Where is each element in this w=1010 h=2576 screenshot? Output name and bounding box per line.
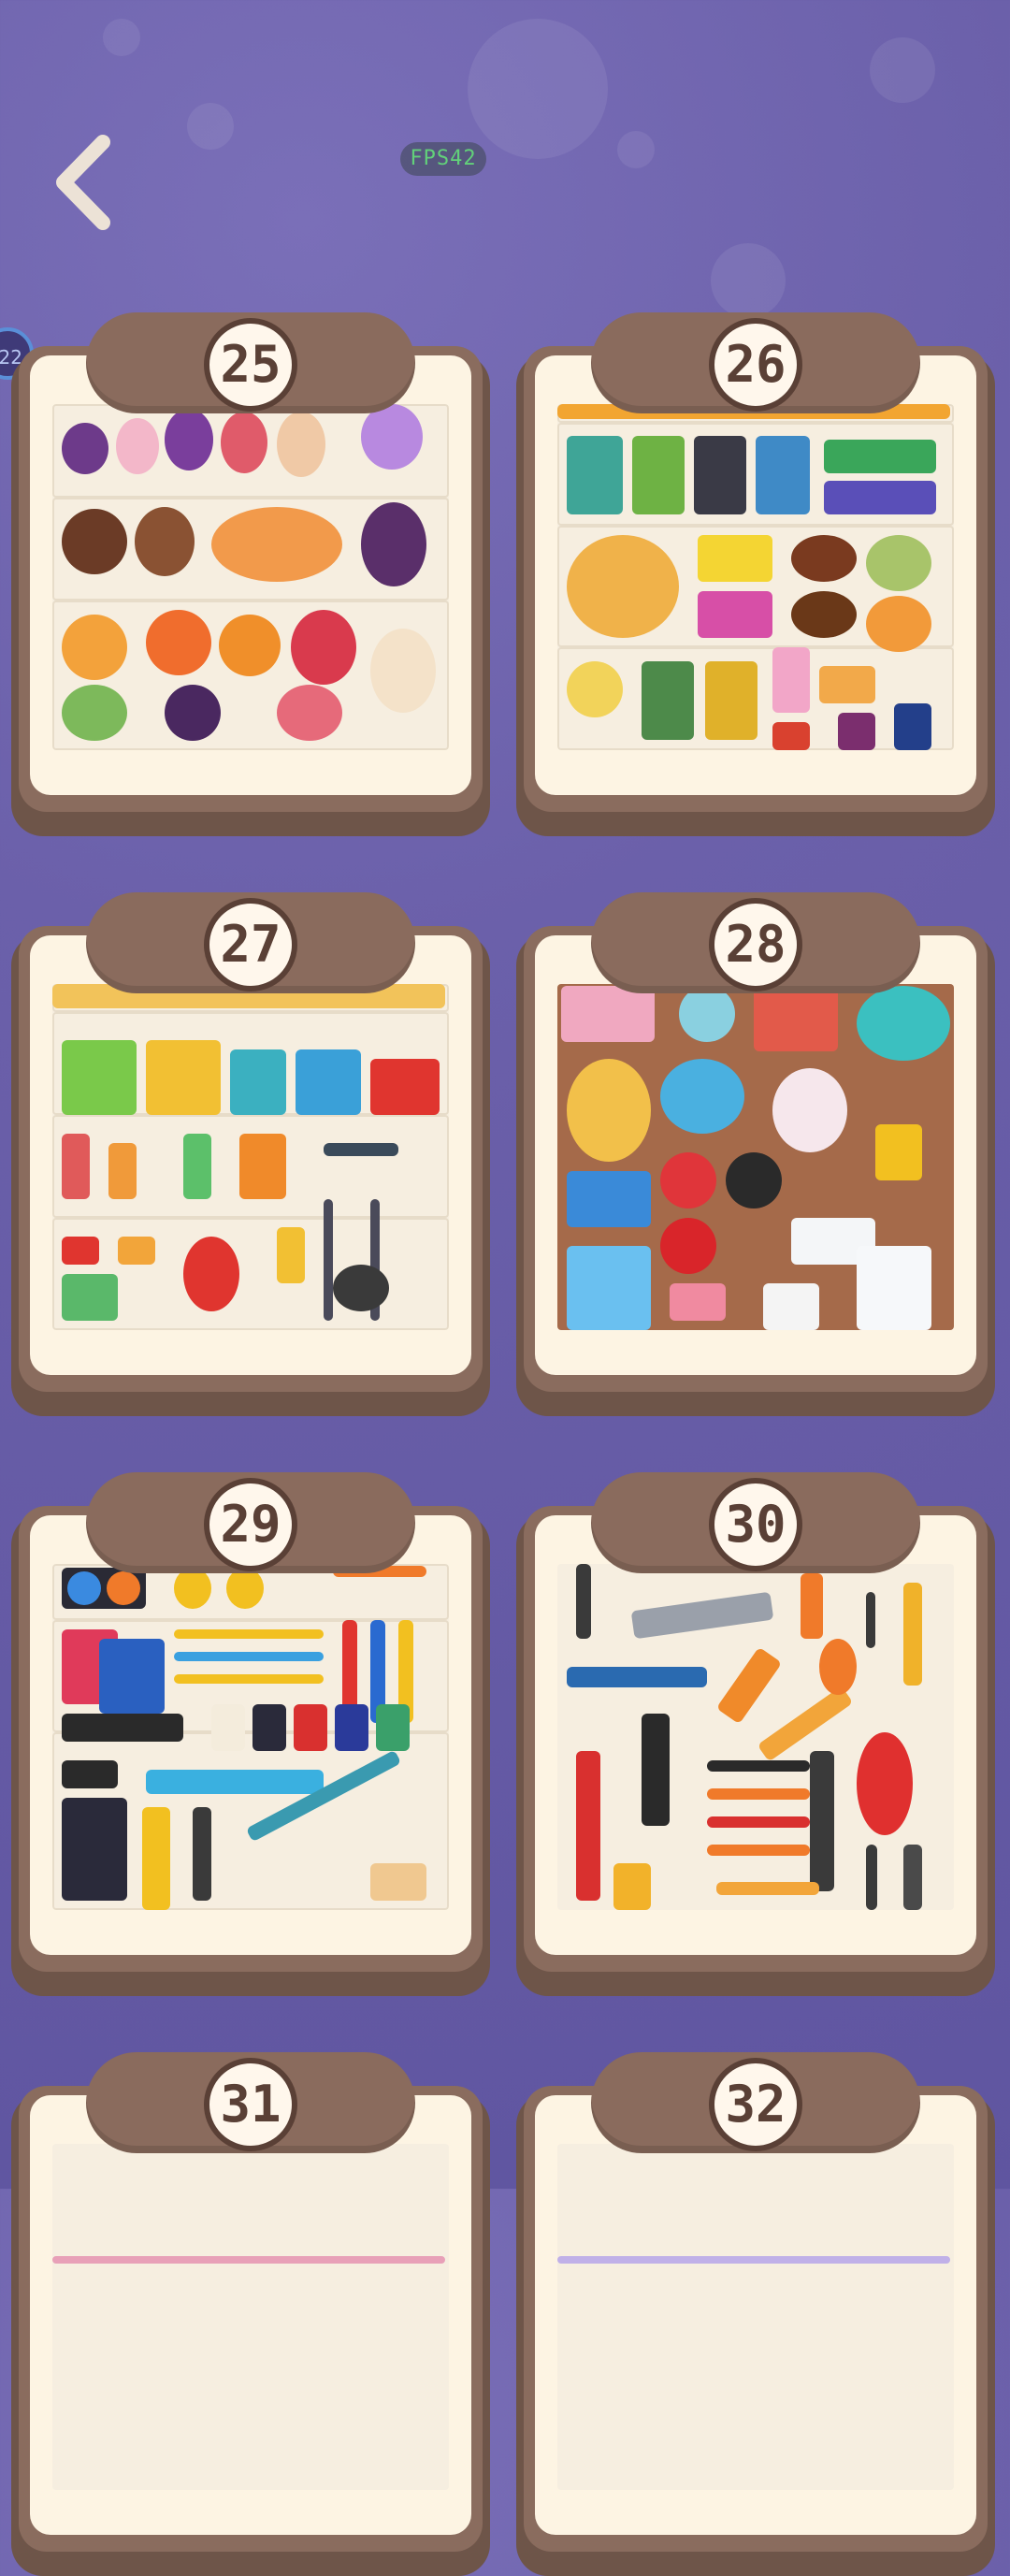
level-icon xyxy=(52,2144,449,2490)
level-number: 31 xyxy=(204,2058,297,2151)
stationery-icon xyxy=(52,1564,449,1910)
level-number: 25 xyxy=(204,318,297,412)
background-bubble xyxy=(187,103,234,150)
background-bubble xyxy=(468,19,608,159)
chevron-left-icon xyxy=(56,135,110,230)
desserts-fruit-icon xyxy=(52,404,449,750)
level-number: 28 xyxy=(709,898,802,991)
level-card-27[interactable]: 27 xyxy=(11,892,490,1416)
level-card-29[interactable]: 29 xyxy=(11,1472,490,1996)
background-bubble xyxy=(870,37,935,103)
cleaning-supplies-icon xyxy=(52,984,449,1330)
level-number: 29 xyxy=(204,1478,297,1571)
level-card-26[interactable]: 26 xyxy=(516,312,995,836)
snacks-icon xyxy=(557,404,954,750)
level-number: 27 xyxy=(204,898,297,991)
fps-indicator: FPS42 xyxy=(400,142,486,176)
level-number: 30 xyxy=(709,1478,802,1571)
tools-icon xyxy=(557,1564,954,1910)
level-card-30[interactable]: 30 xyxy=(516,1472,995,1996)
level-number: 26 xyxy=(709,318,802,412)
back-button[interactable] xyxy=(45,131,129,234)
level-icon xyxy=(557,2144,954,2490)
background-bubble xyxy=(711,243,786,318)
level-card-28[interactable]: 28 xyxy=(516,892,995,1416)
appliances-icon xyxy=(557,984,954,1330)
level-card-31[interactable]: 31 xyxy=(11,2052,490,2576)
level-number: 32 xyxy=(709,2058,802,2151)
background-bubble xyxy=(103,19,140,56)
background-bubble xyxy=(617,131,655,168)
level-card-32[interactable]: 32 xyxy=(516,2052,995,2576)
level-card-25[interactable]: 25 xyxy=(11,312,490,836)
